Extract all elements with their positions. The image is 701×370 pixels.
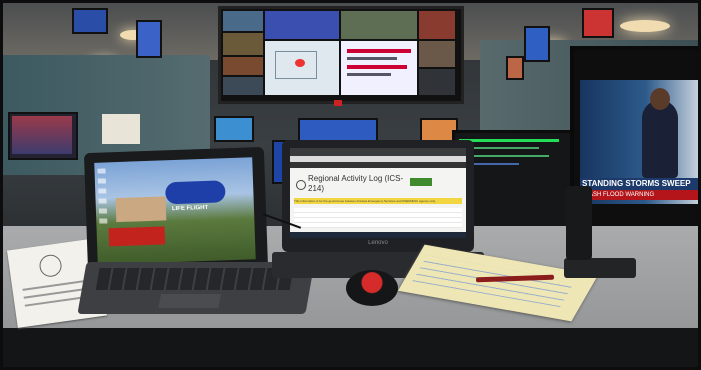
photo-scene: STANDING STORMS SWEEP FLASH FLOOD WARNIN… xyxy=(0,0,701,370)
trackpad[interactable] xyxy=(158,294,221,308)
video-wall-tile xyxy=(223,11,263,31)
wall-monitor xyxy=(136,20,162,58)
info-banner: This information is for the general use … xyxy=(294,198,462,204)
back-monitor xyxy=(8,112,78,160)
tv-ticker-sub: FLASH FLOOD WARNING xyxy=(580,190,699,200)
tablet-vehicle-text: LIFE FLIGHT xyxy=(171,204,209,213)
tablet-device: LIFE FLIGHT xyxy=(83,146,269,276)
ceiling-light xyxy=(620,20,670,32)
back-monitor xyxy=(102,114,140,144)
wall-monitor xyxy=(72,8,108,34)
building xyxy=(115,196,167,223)
back-monitor xyxy=(214,116,254,142)
tv-screen: STANDING STORMS SWEEP FLASH FLOOD WARNIN… xyxy=(580,80,699,204)
laptop-screen: Regional Activity Log (ICS-214) This inf… xyxy=(290,148,466,238)
video-wall-tile xyxy=(419,41,455,67)
news-anchor-head xyxy=(650,88,670,110)
video-wall-tile xyxy=(341,11,417,39)
video-wall-tile xyxy=(223,77,263,95)
video-wall xyxy=(218,6,464,104)
seal-icon xyxy=(38,253,63,279)
tv-ticker: STANDING STORMS SWEEP xyxy=(580,178,699,190)
video-wall-tile xyxy=(265,11,339,39)
helicopter xyxy=(164,180,226,205)
video-wall-tile xyxy=(341,41,417,95)
speaker-device xyxy=(566,186,592,260)
fire-truck xyxy=(108,226,166,247)
exit-sign xyxy=(334,100,342,106)
desktop-icons xyxy=(97,168,108,229)
wall-monitor xyxy=(506,56,524,80)
video-wall-tile xyxy=(223,33,263,55)
video-wall-tile xyxy=(223,57,263,75)
news-anchor xyxy=(642,100,678,178)
log-icon xyxy=(296,180,306,190)
status-button[interactable] xyxy=(410,178,432,186)
browser-tabbar xyxy=(290,148,466,156)
app-header xyxy=(290,162,466,168)
taskbar xyxy=(290,232,466,238)
tablet-screen: LIFE FLIGHT xyxy=(94,157,256,265)
hub-device xyxy=(564,258,636,278)
video-wall-map xyxy=(265,41,339,95)
desk-edge xyxy=(0,328,701,370)
wall-monitor xyxy=(524,26,550,62)
page-heading: Regional Activity Log (ICS-214) xyxy=(308,174,404,193)
computer-mouse[interactable] xyxy=(346,270,398,306)
wall-monitor xyxy=(582,8,614,38)
video-wall-tile xyxy=(419,69,455,95)
laptop-brand: Lenovo xyxy=(368,240,388,246)
laptop-center: Regional Activity Log (ICS-214) This inf… xyxy=(282,140,474,252)
form-area xyxy=(294,208,462,228)
video-wall-tile xyxy=(419,11,455,39)
